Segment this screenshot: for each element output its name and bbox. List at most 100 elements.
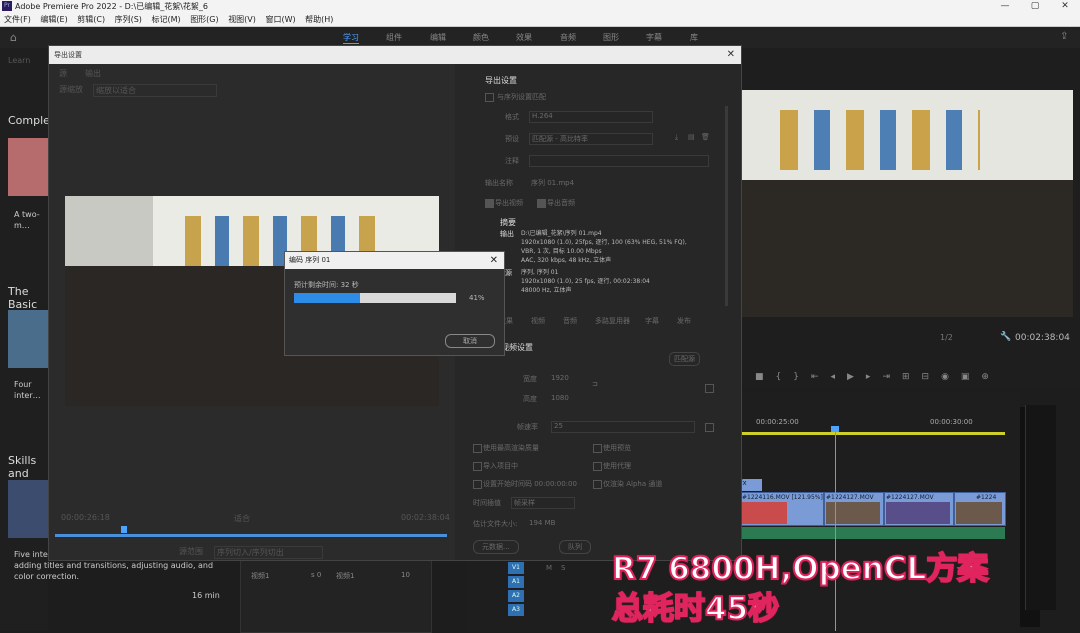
export-playhead[interactable] (121, 526, 127, 533)
clip-label: #1224127.MOV (886, 494, 934, 501)
summary-header: 摘要 (500, 218, 516, 227)
import-preset-icon[interactable]: ▤ (688, 133, 695, 141)
metadata-button[interactable]: 元数据... (473, 540, 519, 554)
lesson-title-basics[interactable]: The Basic (8, 285, 48, 311)
workspace-tab-effects[interactable]: 效果 (516, 32, 532, 43)
workspace-tab-assembly[interactable]: 组件 (386, 32, 402, 43)
alpha-only-checkbox[interactable] (593, 480, 602, 489)
tab-video[interactable]: 视频 (531, 316, 545, 326)
use-previews-checkbox[interactable] (593, 444, 602, 453)
track-target-a1[interactable]: A1 (508, 576, 524, 588)
workspace-tab-captions[interactable]: 字幕 (646, 32, 662, 43)
playhead-handle[interactable] (831, 426, 839, 432)
menu-edit[interactable]: 编辑(E) (40, 15, 67, 24)
track-target-a3[interactable]: A3 (508, 604, 524, 616)
transport-controls[interactable]: ■{}⇤◂▶▸⇥⊞⊟◉▣⊕ (755, 372, 1001, 382)
output-name-link[interactable]: 序列 01.mp4 (531, 178, 574, 188)
comments-input[interactable] (529, 155, 709, 167)
menu-marker[interactable]: 标记(M) (151, 15, 180, 24)
export-audio-checkbox[interactable] (537, 199, 546, 208)
track-target-v1[interactable]: V1 (508, 562, 524, 574)
width-input[interactable]: 1920 (551, 374, 569, 382)
wrench-icon[interactable]: 🔧 (1000, 332, 1011, 342)
tab-output[interactable]: 输出 (85, 68, 101, 79)
maximize-button[interactable]: ▢ (1020, 0, 1050, 13)
source-label: 源 (505, 269, 512, 277)
height-input[interactable]: 1080 (551, 394, 569, 402)
program-preview-image (740, 90, 1073, 317)
menu-window[interactable]: 窗口(W) (265, 15, 295, 24)
cancel-button[interactable]: 取消 (445, 334, 495, 348)
comments-label: 注释 (505, 157, 519, 165)
option-label: 使用代理 (603, 462, 631, 470)
menu-sequence[interactable]: 序列(S) (115, 15, 142, 24)
fit-select[interactable]: 适合 (234, 513, 250, 524)
close-icon[interactable]: ✕ (727, 46, 735, 64)
frame-rate-select[interactable]: 25 (551, 421, 695, 433)
match-sequence-checkbox[interactable] (485, 93, 494, 102)
home-icon[interactable]: ⌂ (10, 31, 17, 44)
import-project-checkbox[interactable] (473, 462, 482, 471)
item-value: s 0 (311, 571, 322, 579)
link-icon[interactable]: ⊐ (592, 380, 598, 388)
tab-multiplexer[interactable]: 多路复用器 (595, 316, 630, 326)
menu-view[interactable]: 视图(V) (228, 15, 256, 24)
minimize-button[interactable]: — (990, 0, 1020, 13)
workspace-tab-audio[interactable]: 音频 (560, 32, 576, 43)
tab-source[interactable]: 源 (59, 68, 67, 79)
timeline-panel: 00:00:25:00 00:00:30:00 fx #1224116.MOV … (740, 392, 1040, 631)
output-label: 输出 (500, 230, 514, 238)
menu-help[interactable]: 帮助(H) (305, 15, 333, 24)
height-label: 高度 (523, 395, 537, 403)
match-source-button[interactable]: 匹配源 (669, 352, 700, 366)
delete-preset-icon[interactable]: 🗑 (701, 133, 710, 141)
max-render-quality-checkbox[interactable] (473, 444, 482, 453)
workspace-tab-libraries[interactable]: 库 (690, 32, 698, 43)
clip-label: #1224 (976, 494, 997, 501)
share-icon[interactable]: ⇪ (1060, 31, 1068, 42)
format-select[interactable]: H.264 (529, 111, 653, 123)
source-range-select[interactable]: 序列切入/序列切出 (214, 546, 323, 559)
width-match-checkbox[interactable] (705, 384, 714, 393)
track-target-a2[interactable]: A2 (508, 590, 524, 602)
menu-clip[interactable]: 剪辑(C) (77, 15, 105, 24)
lesson-title-skills[interactable]: Skills and (8, 454, 48, 480)
lesson-desc-complete: A two-m… essentials (14, 210, 48, 233)
lesson-thumbnail[interactable] (8, 480, 48, 538)
interpolation-select[interactable]: 帧采样 (511, 497, 575, 509)
zoom-select[interactable]: 1/2 (940, 333, 953, 342)
timeline-clip[interactable]: fx (740, 479, 762, 491)
use-proxies-checkbox[interactable] (593, 462, 602, 471)
work-area-bar[interactable] (740, 432, 1005, 435)
lesson-thumbnail[interactable] (8, 138, 48, 196)
menu-graphics[interactable]: 图形(G) (190, 15, 218, 24)
preset-select[interactable]: 匹配源 - 高比特率 (529, 133, 653, 145)
frame-rate-checkbox[interactable] (705, 423, 714, 432)
tab-publish[interactable]: 发布 (677, 316, 691, 326)
menu-file[interactable]: 文件(F) (4, 15, 31, 24)
workspace-tab-color[interactable]: 颜色 (473, 32, 489, 43)
learn-tab[interactable]: Learn (8, 56, 30, 65)
workspace-tab-graphics[interactable]: 图形 (603, 32, 619, 43)
close-icon[interactable]: ✕ (490, 252, 498, 269)
close-window-button[interactable]: ✕ (1050, 0, 1080, 13)
mute-button[interactable]: M (546, 564, 552, 572)
filesize-label: 估计文件大小: (473, 520, 518, 528)
settings-scrollbar[interactable] (725, 106, 728, 306)
audio-clip[interactable] (740, 527, 1005, 539)
lesson-thumbnail[interactable] (8, 310, 48, 368)
export-range-bar[interactable] (55, 534, 447, 537)
solo-button[interactable]: S (561, 564, 565, 572)
tab-audio[interactable]: 音频 (563, 316, 577, 326)
export-video-checkbox[interactable] (485, 199, 494, 208)
queue-button[interactable]: 队列 (559, 540, 591, 554)
playhead[interactable] (835, 428, 836, 631)
source-scaling-select[interactable]: 缩放以适合 (93, 84, 217, 97)
save-preset-icon[interactable]: ⤓ (675, 133, 678, 142)
workspace-tab-learn[interactable]: 学习 (343, 32, 359, 44)
progress-dialog-title-bar: 编码 序列 01 ✕ (285, 252, 504, 269)
workspace-tab-editing[interactable]: 编辑 (430, 32, 446, 43)
tab-captions[interactable]: 字幕 (645, 316, 659, 326)
progress-dialog-title: 编码 序列 01 (289, 256, 331, 264)
start-timecode-checkbox[interactable] (473, 480, 482, 489)
